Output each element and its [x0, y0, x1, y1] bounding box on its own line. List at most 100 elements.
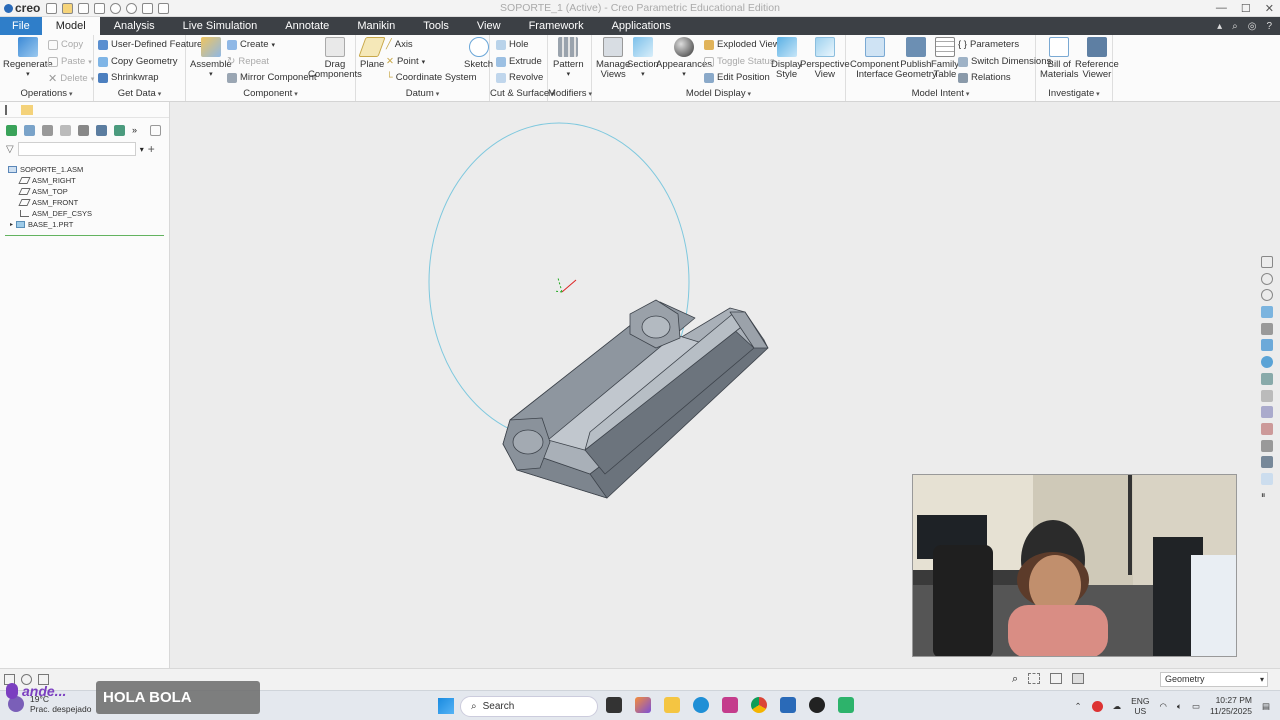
- coordinate-system-button[interactable]: └ Coordinate System: [386, 72, 477, 83]
- onedrive-icon[interactable]: ☁: [1113, 701, 1122, 712]
- smart-selection-icon[interactable]: [1072, 673, 1085, 684]
- file-explorer-icon[interactable]: [664, 697, 680, 713]
- edit-position-button[interactable]: Edit Position: [704, 72, 770, 83]
- perspective-toggle-icon[interactable]: [1261, 472, 1273, 485]
- app-green-icon[interactable]: [838, 697, 854, 713]
- pause-icon[interactable]: ⏸: [1261, 490, 1273, 502]
- model-tree-tab-icon[interactable]: [5, 104, 15, 115]
- tab-manikin[interactable]: Manikin: [343, 17, 409, 35]
- drag-components-button[interactable]: Drag Components: [308, 37, 362, 80]
- help-icon[interactable]: ?: [1266, 21, 1272, 32]
- plane-button[interactable]: Plane: [358, 37, 386, 70]
- assemble-button[interactable]: Assemble ▾: [190, 37, 232, 80]
- minimize-icon[interactable]: —: [1216, 2, 1227, 15]
- creo-app-icon[interactable]: [780, 697, 796, 713]
- taskbar-search[interactable]: ⌕ Search: [460, 696, 598, 717]
- obs-icon[interactable]: [809, 697, 825, 713]
- wifi-icon[interactable]: ◠: [1159, 701, 1166, 712]
- group-label-operations[interactable]: Operations: [0, 88, 93, 99]
- group-label-modifiers[interactable]: Modifiers: [548, 88, 591, 99]
- folder-browser-tab-icon[interactable]: [21, 104, 33, 115]
- sketch-button[interactable]: Sketch: [464, 37, 493, 70]
- revolve-button[interactable]: Revolve: [496, 72, 543, 83]
- datum-display-icon[interactable]: [1261, 389, 1273, 402]
- maximize-icon[interactable]: ☐: [1241, 2, 1251, 15]
- tree-display-icon[interactable]: [114, 124, 125, 136]
- tree-item-assembly[interactable]: SOPORTE_1.ASM: [0, 164, 169, 175]
- extrude-button[interactable]: Extrude: [496, 56, 542, 67]
- display-style-button[interactable]: Display Style: [771, 37, 802, 80]
- settings-icon[interactable]: ◎: [1248, 21, 1257, 32]
- filter-dropdown-icon[interactable]: ▾: [140, 145, 144, 154]
- repaint-icon[interactable]: [1261, 306, 1273, 319]
- mirror-component-button[interactable]: Mirror Component: [227, 72, 317, 83]
- regenerate-small-icon[interactable]: [94, 2, 106, 14]
- green-box-icon[interactable]: [6, 124, 17, 136]
- regenerate-button[interactable]: Regenerate ▾: [3, 37, 53, 80]
- view-manager-icon[interactable]: [1261, 322, 1273, 335]
- tab-analysis[interactable]: Analysis: [100, 17, 169, 35]
- exploded-view-button[interactable]: Exploded View: [704, 39, 780, 50]
- tab-tools[interactable]: Tools: [409, 17, 463, 35]
- tab-annotate[interactable]: Annotate: [271, 17, 343, 35]
- copy-geometry-button[interactable]: Copy Geometry: [98, 56, 178, 67]
- refit-icon[interactable]: [1261, 256, 1273, 268]
- filter-funnel-icon[interactable]: ▽: [6, 144, 14, 155]
- undo-icon[interactable]: [110, 2, 122, 14]
- notifications-icon[interactable]: ▤: [1262, 701, 1270, 712]
- tree-item-asm-front[interactable]: ASM_FRONT: [0, 197, 169, 208]
- parameters-button[interactable]: { } Parameters: [958, 39, 1019, 50]
- tab-live-simulation[interactable]: Live Simulation: [169, 17, 272, 35]
- tab-applications[interactable]: Applications: [598, 17, 685, 35]
- zoom-out-icon[interactable]: [1261, 289, 1273, 302]
- save-icon[interactable]: [78, 2, 90, 14]
- spin-center-icon[interactable]: [1261, 439, 1273, 452]
- create-component-button[interactable]: Create ▾: [227, 39, 275, 50]
- copilot-icon[interactable]: [635, 697, 651, 713]
- paste-button[interactable]: Paste ▾: [48, 56, 92, 67]
- selection-box-icon[interactable]: [1028, 673, 1041, 684]
- section-button[interactable]: Section ▾: [627, 37, 659, 80]
- base-part-model[interactable]: [502, 299, 769, 499]
- tree-hierarchy-icon[interactable]: [78, 124, 89, 136]
- tree-item-asm-top[interactable]: ASM_TOP: [0, 186, 169, 197]
- family-table-button[interactable]: Family Table: [931, 37, 959, 80]
- tray-app-icon[interactable]: [1091, 700, 1103, 712]
- window-icon[interactable]: [142, 2, 154, 14]
- point-button[interactable]: ✕ Point ▾: [386, 56, 425, 67]
- selection-filter-dropdown[interactable]: Geometry: [1160, 672, 1268, 687]
- start-button-icon[interactable]: [438, 698, 454, 714]
- tree-more-icon[interactable]: »: [132, 125, 143, 136]
- tree-item-asm-def-csys[interactable]: ASM_DEF_CSYS: [0, 208, 169, 219]
- delete-button[interactable]: ✕ Delete ▾: [48, 72, 94, 85]
- csys-display-icon[interactable]: [1261, 422, 1273, 435]
- hole-button[interactable]: Hole: [496, 39, 529, 50]
- tree-search-input[interactable]: [17, 142, 136, 156]
- perspective-view-button[interactable]: Perspective View: [800, 37, 850, 80]
- display-style-icon[interactable]: [1261, 356, 1273, 369]
- tree-filter-grid-icon[interactable]: [60, 124, 71, 136]
- tree-item-base-part[interactable]: ▸ BASE_1.PRT: [0, 219, 169, 230]
- saved-orientations-icon[interactable]: [1261, 339, 1273, 352]
- component-interface-button[interactable]: Component Interface: [850, 37, 899, 80]
- view-section-icon[interactable]: [1261, 372, 1273, 385]
- tree-search-icon[interactable]: [150, 124, 161, 136]
- tree-layers-icon[interactable]: [96, 124, 107, 136]
- group-label-model-display[interactable]: Model Display: [592, 88, 845, 99]
- tree-settings-icon[interactable]: [24, 124, 35, 136]
- collapse-ribbon-icon[interactable]: ▴: [1217, 21, 1222, 32]
- snipping-tool-icon[interactable]: [722, 697, 738, 713]
- task-view-icon[interactable]: [606, 697, 622, 713]
- group-label-investigate[interactable]: Investigate: [1036, 88, 1112, 99]
- tree-columns-icon[interactable]: [42, 124, 53, 136]
- bill-of-materials-button[interactable]: Bill of Materials: [1040, 37, 1079, 80]
- edge-icon[interactable]: [693, 697, 709, 713]
- add-filter-icon[interactable]: +: [148, 142, 155, 156]
- axis-button[interactable]: ╱ Axis: [386, 39, 413, 50]
- relations-button[interactable]: Relations: [958, 72, 1011, 83]
- new-file-icon[interactable]: [46, 2, 58, 14]
- toggle-status-button[interactable]: Toggle Status: [704, 56, 775, 67]
- reference-viewer-button[interactable]: Reference Viewer: [1075, 37, 1119, 80]
- shrinkwrap-button[interactable]: Shrinkwrap: [98, 72, 159, 83]
- appearance-icon[interactable]: [1261, 456, 1273, 469]
